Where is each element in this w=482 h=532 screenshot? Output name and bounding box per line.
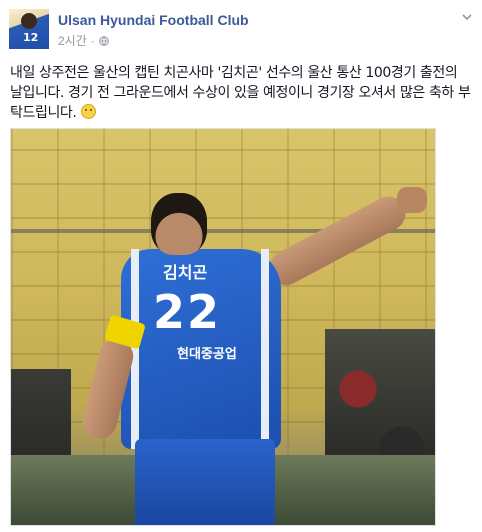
facebook-post: 12 Ulsan Hyundai Football Club 2시간 · 내일 … [0, 0, 482, 532]
player-figure: 김치곤 22 현대중공업 [79, 187, 427, 525]
post-meta: 2시간 · [58, 32, 109, 49]
jersey-sponsor: 현대중공업 [177, 347, 237, 362]
player-shorts [135, 439, 275, 525]
page-name-link[interactable]: Ulsan Hyundai Football Club [58, 12, 249, 28]
chevron-down-icon[interactable] [460, 10, 474, 24]
post-timestamp[interactable]: 2시간 [58, 32, 87, 49]
page-avatar[interactable]: 12 [9, 9, 49, 49]
post-photo[interactable]: 김치곤 22 현대중공업 [10, 128, 436, 526]
avatar-jersey-number: 12 [23, 31, 39, 44]
player-head [151, 193, 207, 255]
globe-icon[interactable] [98, 35, 109, 46]
smile-emoji-icon [80, 104, 96, 119]
player-fist [397, 187, 427, 213]
post-message-text: 내일 상주전은 울산의 캡틴 치곤사마 '김치곤' 선수의 울산 통산 100경… [10, 65, 471, 121]
post-message: 내일 상주전은 울산의 캡틴 치곤사마 '김치곤' 선수의 울산 통산 100경… [10, 63, 472, 123]
player-raised-arm [263, 190, 412, 292]
jersey-number: 22 [153, 285, 222, 339]
avatar-player-head [21, 13, 37, 29]
jersey-name: 김치곤 [163, 263, 208, 282]
